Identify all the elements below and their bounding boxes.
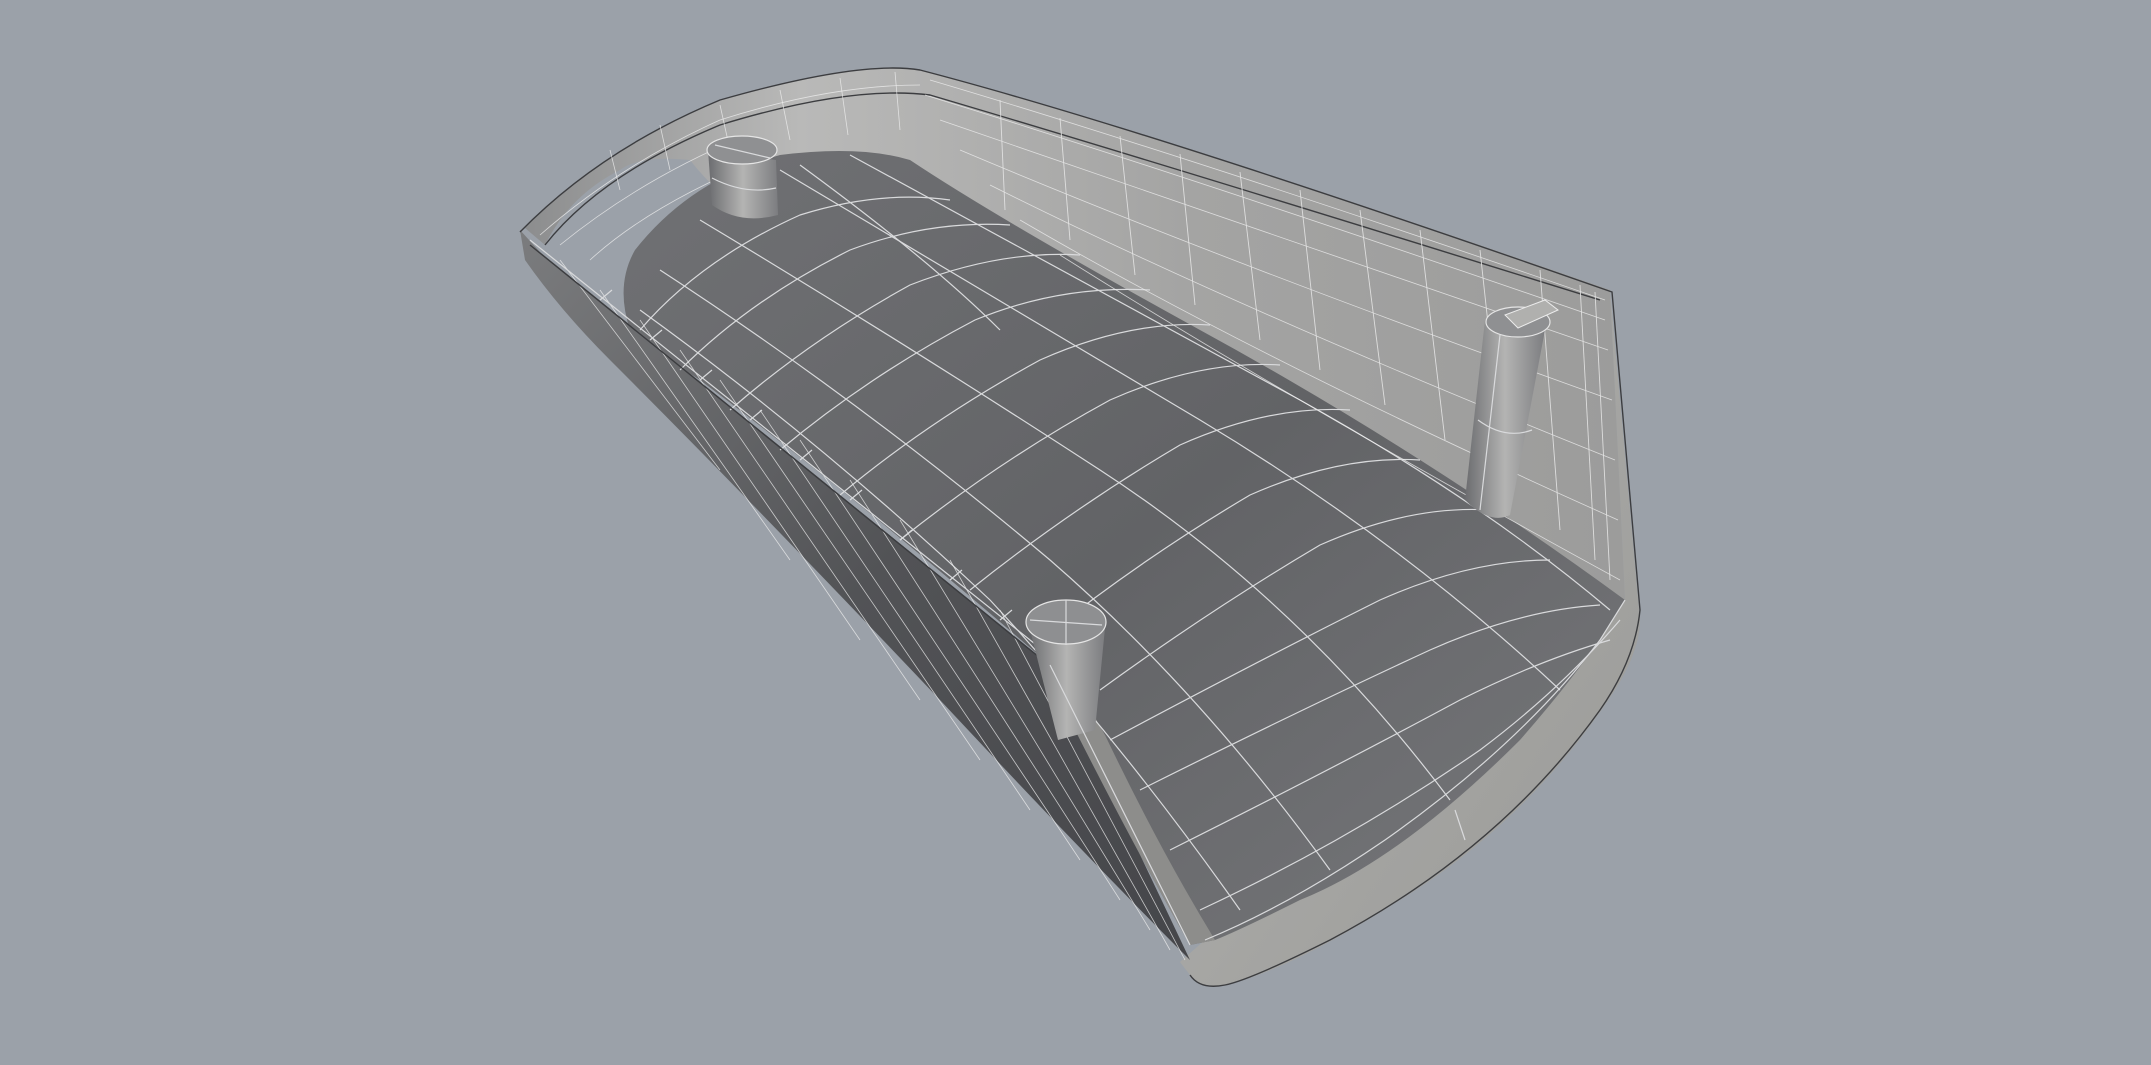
shell-model[interactable] [0,0,2151,1065]
3d-viewport[interactable] [0,0,2151,1065]
boss-left [706,135,778,219]
